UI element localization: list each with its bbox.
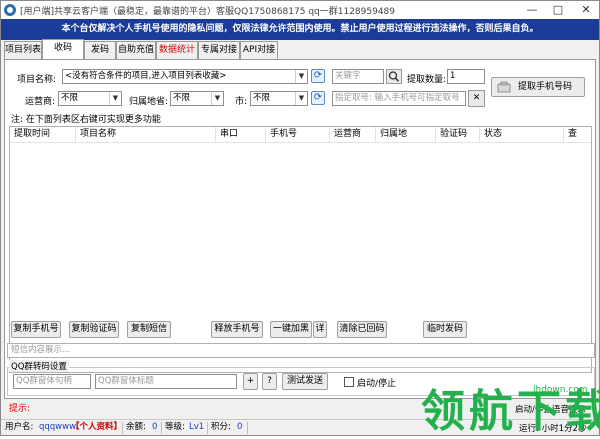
test-send-button[interactable]: 测试发送 <box>282 373 328 390</box>
operator-select-value: 不限 <box>61 93 79 103</box>
copy-phone-button[interactable]: 复制手机号 <box>11 321 61 338</box>
run-time: 运行: 小时1分2秒 <box>519 424 587 434</box>
tab-receive-code[interactable]: 收码 <box>42 39 84 60</box>
province-label: 归属地省: <box>129 97 169 107</box>
detail-button[interactable]: 详 <box>313 321 327 338</box>
phone-icon <box>497 81 511 93</box>
refresh-icon[interactable]: ⟳ <box>311 91 325 105</box>
chevron-down-icon: ▼ <box>295 92 307 105</box>
balance-label: 余额: <box>126 422 146 432</box>
qq-group-title: QQ群转码设置 <box>9 360 69 372</box>
app-window: [用户端]共享云客户端（最稳定，最靠谱的平台）客服QQ1750868175 qq… <box>0 0 600 437</box>
qq-handle-input[interactable]: QQ群窗体句柄 <box>13 374 91 389</box>
search-icon <box>388 71 400 82</box>
col-project-name: 项目名称 <box>76 127 216 142</box>
points-label: 积分: <box>211 422 231 432</box>
clear-received-button[interactable]: 清除已回码 <box>337 321 387 338</box>
status-bar: 用户名: qqqwww 【个人资料】 余额: 0 等级: Lv1 积分: 0 <box>1 419 599 435</box>
level-label: 等级: <box>165 422 185 432</box>
col-operator: 运营商 <box>330 127 376 142</box>
keyword-input[interactable]: 关键字 <box>332 69 384 84</box>
minimize-button[interactable]: — <box>519 1 545 19</box>
qq-title-input[interactable]: QQ群窗体标题 <box>95 374 237 389</box>
tab-data-stats[interactable]: 数据统计 <box>156 41 198 59</box>
divider <box>122 422 123 434</box>
city-label: 市: <box>235 97 248 107</box>
city-select-value: 不限 <box>253 93 271 103</box>
divider <box>207 422 208 434</box>
balance-value: 0 <box>152 422 158 432</box>
col-port: 串口 <box>216 127 266 142</box>
release-phone-button[interactable]: 释放手机号 <box>211 321 263 338</box>
project-select-value: <没有符合条件的项目,进入项目列表收藏> <box>65 71 227 81</box>
get-phone-label: 提取手机号码 <box>518 82 573 92</box>
province-select[interactable]: 不限 ▼ <box>170 91 224 106</box>
get-phone-button[interactable]: 提取手机号码 <box>491 77 585 97</box>
copy-code-button[interactable]: 复制验证码 <box>69 321 119 338</box>
divider <box>247 422 248 434</box>
start-stop-label: 启动/停止 <box>357 379 397 389</box>
chevron-down-icon: ▼ <box>295 70 307 83</box>
close-button[interactable]: ✕ <box>573 1 599 19</box>
specify-phone-input[interactable]: 指定取号: 输入手机号可指定取号 <box>332 91 466 106</box>
personal-info-link[interactable]: 【个人资料】 <box>71 420 122 435</box>
help-button[interactable]: ? <box>262 373 277 390</box>
col-status: 状态 <box>480 127 564 142</box>
qty-label: 提取数量: <box>407 75 447 85</box>
project-select[interactable]: <没有符合条件的项目,进入项目列表收藏> ▼ <box>62 69 308 84</box>
qty-input[interactable]: 1 <box>447 69 485 84</box>
col-code: 验证码 <box>436 127 480 142</box>
city-select[interactable]: 不限 ▼ <box>250 91 308 106</box>
points-value: 0 <box>237 422 243 432</box>
title-bar: [用户端]共享云客户端（最稳定，最靠谱的平台）客服QQ1750868175 qq… <box>1 1 599 19</box>
col-check: 查 <box>568 129 578 139</box>
province-select-value: 不限 <box>173 93 191 103</box>
tab-project-list[interactable]: 项目列表 <box>4 41 42 59</box>
tab-api-docking[interactable]: API对接 <box>240 41 278 59</box>
sms-content-box[interactable]: 短信内容展示... <box>7 343 595 358</box>
list-hint: 注: 在下面列表区右键可实现更多功能 <box>11 115 161 125</box>
maximize-button[interactable]: □ <box>545 1 571 19</box>
tab-self-recharge[interactable]: 自助充值 <box>116 41 156 59</box>
timed-send-button[interactable]: 临时发码 <box>423 321 467 338</box>
tip-label: 提示: <box>9 404 31 414</box>
col-extract-time: 提取时间 <box>10 127 76 142</box>
copy-sms-button[interactable]: 复制短信 <box>127 321 171 338</box>
app-logo-icon <box>4 4 16 16</box>
search-button[interactable] <box>386 69 402 84</box>
col-phone: 手机号 <box>266 127 330 142</box>
operator-label: 运营商: <box>25 97 56 107</box>
divider <box>161 422 162 434</box>
tab-exclusive-docking[interactable]: 专属对接 <box>198 41 240 59</box>
notice-banner: 本个台仅解决个人手机号使用的隐私问题，仅限法律允许范围内使用。禁止用户使用过程进… <box>1 19 599 40</box>
clear-icon[interactable]: ✕ <box>468 90 485 107</box>
operator-select[interactable]: 不限 ▼ <box>58 91 122 106</box>
col-location: 归属地 <box>376 127 436 142</box>
voice-toggle-label[interactable]: 启动/停止语音提示 <box>515 403 586 415</box>
level-value: Lv1 <box>189 422 205 432</box>
window-title: [用户端]共享云客户端（最稳定，最靠谱的平台）客服QQ1750868175 qq… <box>20 7 396 17</box>
tab-send-code[interactable]: 发码 <box>84 41 116 59</box>
add-button[interactable]: + <box>243 373 258 390</box>
chevron-down-icon: ▼ <box>211 92 223 105</box>
chevron-down-icon: ▼ <box>109 92 121 105</box>
refresh-icon[interactable]: ⟳ <box>311 69 325 83</box>
project-label: 项目名称: <box>17 75 57 85</box>
blacklist-button[interactable]: 一键加黑 <box>270 321 312 338</box>
table-header-divider <box>10 142 591 143</box>
user-label: 用户名: <box>5 422 34 432</box>
start-stop-checkbox[interactable] <box>344 377 354 387</box>
